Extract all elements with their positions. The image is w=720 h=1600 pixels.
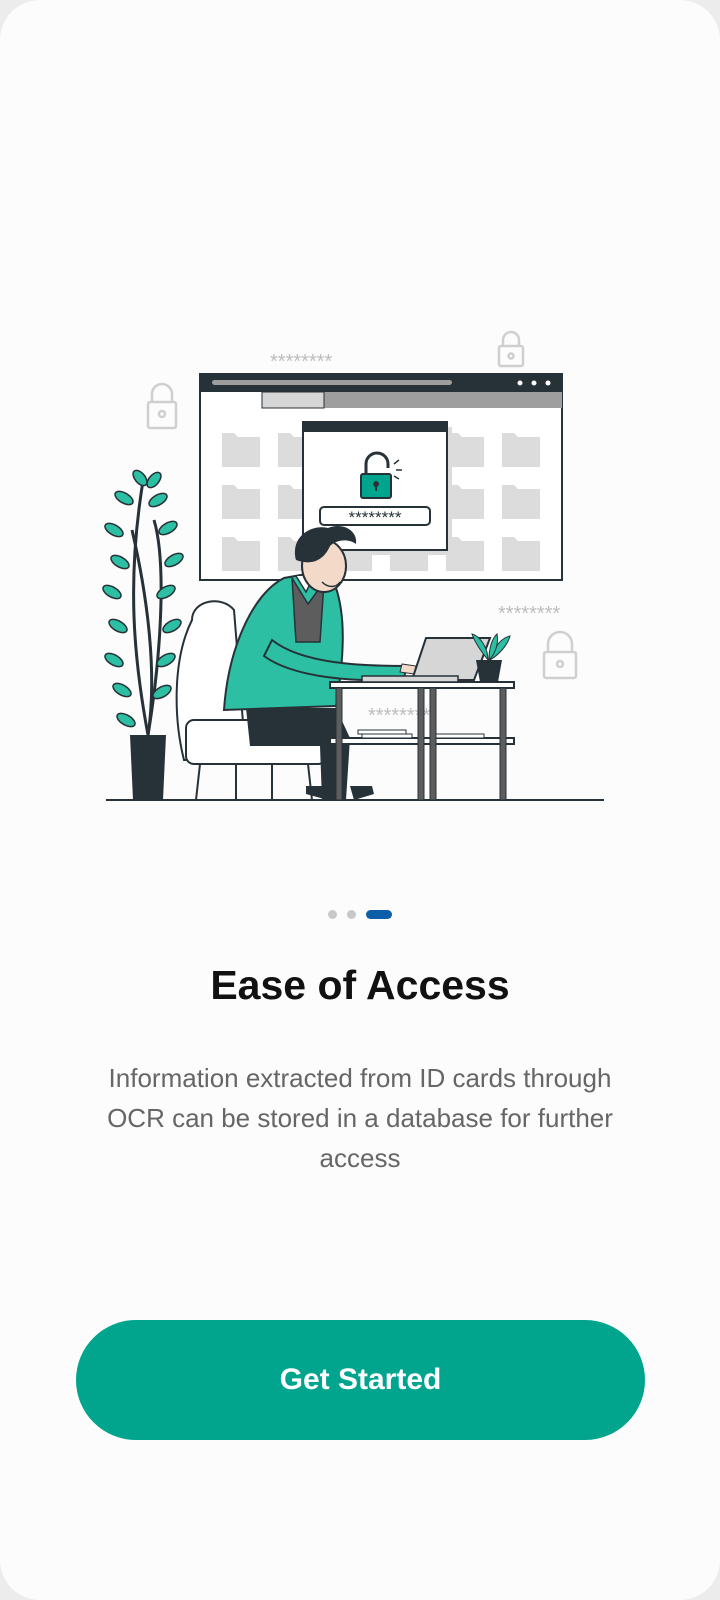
lock-icon: [497, 330, 525, 368]
onboarding-title: Ease of Access: [210, 962, 510, 1008]
get-started-button[interactable]: Get Started: [76, 1320, 645, 1440]
popup-password-text: ********: [349, 508, 402, 527]
lock-icon: [146, 382, 178, 430]
onboarding-description: Information extracted from ID cards thro…: [107, 1063, 613, 1173]
password-mask-text: ********: [270, 351, 332, 373]
password-mask-text: ********: [498, 603, 560, 625]
page-dot-1[interactable]: [328, 910, 337, 919]
onboarding-illustration: ******** ******** ******** ********: [102, 330, 604, 801]
page-indicator: [0, 910, 720, 919]
page-dot-3-active[interactable]: [366, 910, 392, 919]
page-dot-2[interactable]: [347, 910, 356, 919]
lock-icon: [542, 630, 578, 680]
onboarding-screen: ******** ******** ******** ******** Ease…: [0, 0, 720, 1600]
